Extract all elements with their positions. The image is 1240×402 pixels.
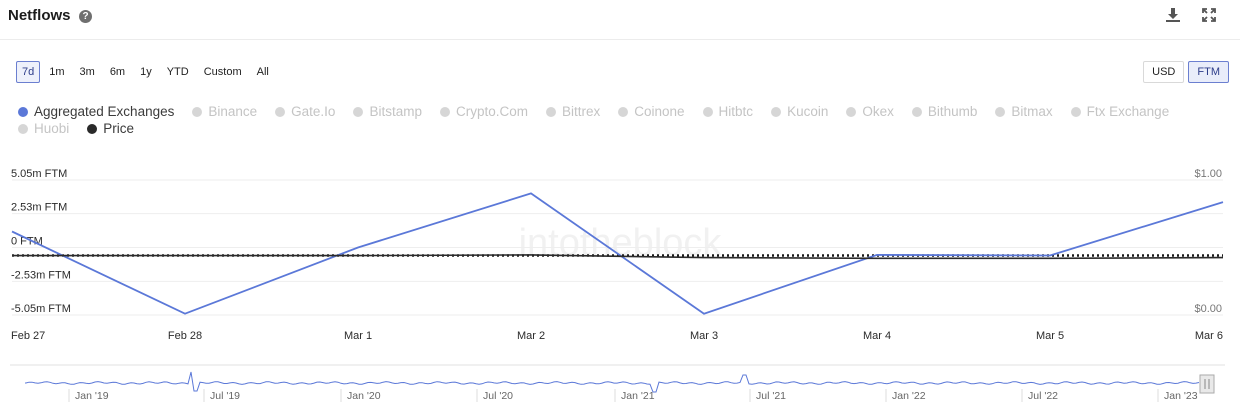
y-left-tick-label: 5.05m FTM [11,168,67,180]
navigator-label: Jul '22 [1028,390,1058,402]
legend-label: Bithumb [927,104,978,119]
legend-item-crypto-com[interactable]: Crypto.Com [439,104,528,120]
currency-usd-button[interactable]: USD [1143,61,1185,83]
x-tick-label: Feb 28 [168,330,202,342]
y-left-tick-label: 2.53m FTM [11,202,67,214]
legend-item-gate-io[interactable]: Gate.Io [275,104,335,120]
range-7d-button[interactable]: 7d [16,61,41,83]
legend-dot-icon [439,107,450,117]
legend-dot-icon [275,107,286,117]
chart-header: Netflows ? [0,0,1240,40]
range-ytd-button[interactable]: YTD [161,61,195,83]
navigator-label: Jul '19 [210,390,240,402]
legend-label: Price [103,121,135,136]
legend-dot-icon [911,107,922,117]
legend-label: Bitstamp [369,104,422,119]
navigator-label: Jan '19 [75,390,109,402]
download-icon[interactable] [1164,6,1182,24]
question-circle-icon[interactable]: ? [79,10,92,23]
legend-label: Huobi [34,121,70,136]
y-left-tick-label: -2.53m FTM [11,269,71,281]
legend-item-bithumb[interactable]: Bithumb [911,104,978,120]
legend-dot-icon [87,124,98,134]
navigator-label: Jan '23 [1164,390,1198,402]
legend-label: Crypto.Com [455,104,528,119]
x-tick-label: Feb 27 [11,330,45,342]
navigator-label: Jan '22 [892,390,926,402]
chart-legend: Aggregated Exchanges Binance Gate.Io Bitsta… [18,104,1198,137]
navigator-label: Jan '21 [621,390,655,402]
x-tick-label: Mar 3 [690,330,718,342]
legend-label: Binance [208,104,258,119]
y-right-tick-label: $0.00 [1194,303,1222,315]
navigator-handle[interactable] [1199,374,1215,394]
series-line-aggregated-exchanges[interactable] [11,192,1224,315]
legend-item-hitbtc[interactable]: Hitbtc [702,104,754,120]
legend-item-bitmax[interactable]: Bitmax [995,104,1053,120]
legend-item-bittrex[interactable]: Bittrex [545,104,601,120]
legend-dot-icon [545,107,556,117]
range-1y-button[interactable]: 1y [134,61,158,83]
currency-selector: USD FTM [1143,61,1229,83]
y-right-tick-label: $1.00 [1194,168,1222,180]
legend-dot-icon [18,124,28,134]
legend-dot-icon [18,107,28,117]
navigator-series [25,371,1200,393]
x-tick-label: Mar 1 [344,330,372,342]
legend-item-binance[interactable]: Binance [192,104,257,120]
netflows-chart: intotheblock5.05m FTM2.53m FTM0 FTM-2.53… [11,168,1224,342]
legend-dot-icon [353,107,364,117]
page-title: Netflows [8,7,71,24]
legend-item-aggregated-exchanges[interactable]: Aggregated Exchanges [18,104,174,120]
legend-dot-icon [618,107,629,117]
legend-item-ftx-exchange[interactable]: Ftx Exchange [1070,104,1170,120]
x-tick-label: Mar 4 [863,330,891,342]
legend-label: Kucoin [787,104,829,119]
time-range-selector: 7d 1m 3m 6m 1y YTD Custom All [16,61,275,83]
legend-label: Ftx Exchange [1086,104,1170,119]
legend-item-kucoin[interactable]: Kucoin [771,104,828,120]
time-navigator[interactable]: Jan '19 Jul '19 Jan '20 Jul '20 Jan '21 Jul '… [0,364,1240,402]
navigator-label: Jul '20 [483,390,513,402]
legend-item-bitstamp[interactable]: Bitstamp [353,104,422,120]
legend-label: Okex [862,104,894,119]
legend-label: Coinone [634,104,685,119]
currency-ftm-button[interactable]: FTM [1188,61,1229,83]
y-left-tick-label: -5.05m FTM [11,303,71,315]
x-tick-label: Mar 6 [1195,330,1223,342]
x-tick-label: Mar 2 [517,330,545,342]
legend-item-coinone[interactable]: Coinone [618,104,685,120]
range-all-button[interactable]: All [251,61,275,83]
legend-dot-icon [846,107,857,117]
navigator-label: Jan '20 [347,390,381,402]
expand-icon[interactable] [1200,6,1218,24]
y-left-tick-label: 0 FTM [11,236,43,248]
legend-item-huobi[interactable]: Huobi [18,121,69,137]
legend-label: Aggregated Exchanges [34,104,175,119]
legend-label: Bittrex [561,104,601,119]
legend-label: Bitmax [1011,104,1053,119]
legend-label: Hitbtc [718,104,754,119]
range-custom-button[interactable]: Custom [198,61,248,83]
legend-dot-icon [771,107,782,117]
range-1m-button[interactable]: 1m [43,61,70,83]
legend-label: Gate.Io [291,104,336,119]
legend-item-price[interactable]: Price [87,121,134,137]
range-6m-button[interactable]: 6m [104,61,131,83]
legend-dot-icon [702,107,713,117]
legend-dot-icon [995,107,1006,117]
x-tick-label: Mar 5 [1036,330,1064,342]
legend-item-okex[interactable]: Okex [846,104,894,120]
navigator-label: Jul '21 [756,390,786,402]
range-3m-button[interactable]: 3m [74,61,101,83]
legend-dot-icon [192,107,203,117]
legend-dot-icon [1070,107,1081,117]
